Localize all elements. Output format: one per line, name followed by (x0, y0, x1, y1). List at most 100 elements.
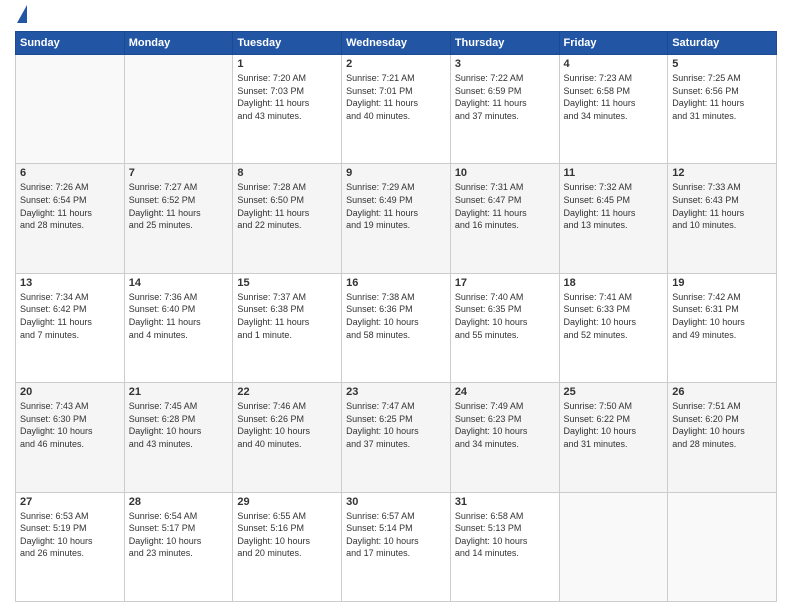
day-number: 22 (237, 386, 337, 398)
day-info: Sunrise: 7:34 AM Sunset: 6:42 PM Dayligh… (20, 291, 120, 341)
day-info: Sunrise: 6:57 AM Sunset: 5:14 PM Dayligh… (346, 510, 446, 560)
day-number: 18 (564, 277, 664, 289)
calendar-day-header: Saturday (668, 32, 777, 55)
logo-icon (17, 5, 27, 23)
day-number: 31 (455, 496, 555, 508)
header (15, 10, 777, 23)
day-number: 12 (672, 167, 772, 179)
day-number: 24 (455, 386, 555, 398)
day-info: Sunrise: 7:32 AM Sunset: 6:45 PM Dayligh… (564, 181, 664, 231)
day-info: Sunrise: 7:25 AM Sunset: 6:56 PM Dayligh… (672, 72, 772, 122)
day-number: 16 (346, 277, 446, 289)
calendar-cell: 17 Sunrise: 7:40 AM Sunset: 6:35 PM Dayli… (450, 273, 559, 382)
calendar-cell: 26 Sunrise: 7:51 AM Sunset: 6:20 PM Dayli… (668, 383, 777, 492)
day-info: Sunrise: 7:46 AM Sunset: 6:26 PM Dayligh… (237, 400, 337, 450)
day-info: Sunrise: 7:21 AM Sunset: 7:01 PM Dayligh… (346, 72, 446, 122)
calendar-cell: 30 Sunrise: 6:57 AM Sunset: 5:14 PM Dayli… (342, 492, 451, 601)
day-number: 14 (129, 277, 229, 289)
day-info: Sunrise: 7:26 AM Sunset: 6:54 PM Dayligh… (20, 181, 120, 231)
day-number: 20 (20, 386, 120, 398)
calendar-table: SundayMondayTuesdayWednesdayThursdayFrid… (15, 31, 777, 602)
calendar-day-header: Wednesday (342, 32, 451, 55)
day-number: 30 (346, 496, 446, 508)
calendar-cell: 9Sunrise: 7:29 AM Sunset: 6:49 PM Daylig… (342, 164, 451, 273)
day-info: Sunrise: 6:53 AM Sunset: 5:19 PM Dayligh… (20, 510, 120, 560)
day-number: 17 (455, 277, 555, 289)
calendar-cell: 27 Sunrise: 6:53 AM Sunset: 5:19 PM Dayli… (16, 492, 125, 601)
calendar-cell: 15 Sunrise: 7:37 AM Sunset: 6:38 PM Dayli… (233, 273, 342, 382)
day-info: Sunrise: 6:54 AM Sunset: 5:17 PM Dayligh… (129, 510, 229, 560)
calendar-cell (124, 55, 233, 164)
day-number: 23 (346, 386, 446, 398)
calendar-cell (16, 55, 125, 164)
calendar-cell: 20 Sunrise: 7:43 AM Sunset: 6:30 PM Dayli… (16, 383, 125, 492)
day-info: Sunrise: 7:45 AM Sunset: 6:28 PM Dayligh… (129, 400, 229, 450)
day-number: 8 (237, 167, 337, 179)
day-number: 19 (672, 277, 772, 289)
day-info: Sunrise: 7:20 AM Sunset: 7:03 PM Dayligh… (237, 72, 337, 122)
day-info: Sunrise: 7:40 AM Sunset: 6:35 PM Dayligh… (455, 291, 555, 341)
day-info: Sunrise: 7:28 AM Sunset: 6:50 PM Dayligh… (237, 181, 337, 231)
day-number: 27 (20, 496, 120, 508)
calendar-cell: 21 Sunrise: 7:45 AM Sunset: 6:28 PM Dayli… (124, 383, 233, 492)
day-number: 2 (346, 58, 446, 70)
day-number: 25 (564, 386, 664, 398)
day-info: Sunrise: 7:43 AM Sunset: 6:30 PM Dayligh… (20, 400, 120, 450)
day-number: 3 (455, 58, 555, 70)
calendar-cell: 5Sunrise: 7:25 AM Sunset: 6:56 PM Daylig… (668, 55, 777, 164)
day-info: Sunrise: 7:27 AM Sunset: 6:52 PM Dayligh… (129, 181, 229, 231)
day-number: 15 (237, 277, 337, 289)
day-info: Sunrise: 7:22 AM Sunset: 6:59 PM Dayligh… (455, 72, 555, 122)
calendar-cell: 13 Sunrise: 7:34 AM Sunset: 6:42 PM Dayli… (16, 273, 125, 382)
calendar-cell: 11 Sunrise: 7:32 AM Sunset: 6:45 PM Dayli… (559, 164, 668, 273)
calendar-cell: 25 Sunrise: 7:50 AM Sunset: 6:22 PM Dayli… (559, 383, 668, 492)
day-number: 9 (346, 167, 446, 179)
day-info: Sunrise: 7:36 AM Sunset: 6:40 PM Dayligh… (129, 291, 229, 341)
calendar-cell: 2 Sunrise: 7:21 AM Sunset: 7:01 PM Daylig… (342, 55, 451, 164)
day-number: 4 (564, 58, 664, 70)
day-info: Sunrise: 7:38 AM Sunset: 6:36 PM Dayligh… (346, 291, 446, 341)
day-info: Sunrise: 7:50 AM Sunset: 6:22 PM Dayligh… (564, 400, 664, 450)
calendar-cell: 22 Sunrise: 7:46 AM Sunset: 6:26 PM Dayli… (233, 383, 342, 492)
calendar-cell (668, 492, 777, 601)
day-number: 6 (20, 167, 120, 179)
day-info: Sunrise: 7:37 AM Sunset: 6:38 PM Dayligh… (237, 291, 337, 341)
calendar-day-header: Monday (124, 32, 233, 55)
page: SundayMondayTuesdayWednesdayThursdayFrid… (0, 0, 792, 612)
calendar-cell: 8 Sunrise: 7:28 AM Sunset: 6:50 PM Daylig… (233, 164, 342, 273)
calendar-cell: 14 Sunrise: 7:36 AM Sunset: 6:40 PM Dayli… (124, 273, 233, 382)
calendar-cell: 29 Sunrise: 6:55 AM Sunset: 5:16 PM Dayli… (233, 492, 342, 601)
calendar-cell: 1 Sunrise: 7:20 AM Sunset: 7:03 PM Daylig… (233, 55, 342, 164)
day-info: Sunrise: 7:41 AM Sunset: 6:33 PM Dayligh… (564, 291, 664, 341)
calendar-cell: 4 Sunrise: 7:23 AM Sunset: 6:58 PM Daylig… (559, 55, 668, 164)
calendar-cell: 7Sunrise: 7:27 AM Sunset: 6:52 PM Daylig… (124, 164, 233, 273)
day-number: 26 (672, 386, 772, 398)
calendar-header-row: SundayMondayTuesdayWednesdayThursdayFrid… (16, 32, 777, 55)
calendar-week-row: 20 Sunrise: 7:43 AM Sunset: 6:30 PM Dayli… (16, 383, 777, 492)
day-number: 29 (237, 496, 337, 508)
calendar-day-header: Tuesday (233, 32, 342, 55)
day-info: Sunrise: 7:31 AM Sunset: 6:47 PM Dayligh… (455, 181, 555, 231)
day-number: 28 (129, 496, 229, 508)
calendar-week-row: 27 Sunrise: 6:53 AM Sunset: 5:19 PM Dayli… (16, 492, 777, 601)
day-number: 21 (129, 386, 229, 398)
calendar-cell: 24 Sunrise: 7:49 AM Sunset: 6:23 PM Dayli… (450, 383, 559, 492)
calendar-week-row: 1 Sunrise: 7:20 AM Sunset: 7:03 PM Daylig… (16, 55, 777, 164)
day-info: Sunrise: 7:23 AM Sunset: 6:58 PM Dayligh… (564, 72, 664, 122)
calendar-cell: 6 Sunrise: 7:26 AM Sunset: 6:54 PM Daylig… (16, 164, 125, 273)
day-info: Sunrise: 7:49 AM Sunset: 6:23 PM Dayligh… (455, 400, 555, 450)
day-info: Sunrise: 7:42 AM Sunset: 6:31 PM Dayligh… (672, 291, 772, 341)
day-info: Sunrise: 7:51 AM Sunset: 6:20 PM Dayligh… (672, 400, 772, 450)
day-info: Sunrise: 6:55 AM Sunset: 5:16 PM Dayligh… (237, 510, 337, 560)
day-info: Sunrise: 7:47 AM Sunset: 6:25 PM Dayligh… (346, 400, 446, 450)
calendar-week-row: 6 Sunrise: 7:26 AM Sunset: 6:54 PM Daylig… (16, 164, 777, 273)
calendar-cell: 19 Sunrise: 7:42 AM Sunset: 6:31 PM Dayli… (668, 273, 777, 382)
calendar-cell: 12Sunrise: 7:33 AM Sunset: 6:43 PM Dayli… (668, 164, 777, 273)
logo (15, 10, 27, 23)
day-number: 10 (455, 167, 555, 179)
calendar-day-header: Sunday (16, 32, 125, 55)
calendar-cell: 16 Sunrise: 7:38 AM Sunset: 6:36 PM Dayli… (342, 273, 451, 382)
day-number: 13 (20, 277, 120, 289)
day-number: 1 (237, 58, 337, 70)
day-number: 11 (564, 167, 664, 179)
